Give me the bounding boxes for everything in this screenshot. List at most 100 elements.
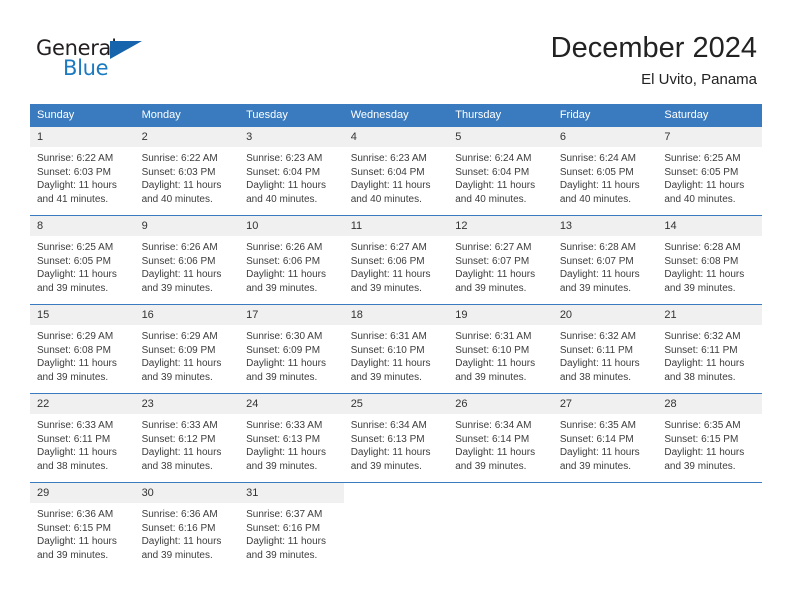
day-details: Sunrise: 6:36 AM Sunset: 6:15 PM Daylight:… <box>30 503 135 562</box>
day-cell-body: 19 Sunrise: 6:31 AM Sunset: 6:10 PM Dayligh… <box>448 305 553 393</box>
day-number: 22 <box>30 394 135 414</box>
daylight-text: Daylight: 11 hours and 39 minutes. <box>141 269 222 294</box>
sunset-text: Sunset: 6:15 PM <box>37 522 111 534</box>
day-details: Sunrise: 6:25 AM Sunset: 6:05 PM Daylight:… <box>657 147 762 206</box>
sunset-text: Sunset: 6:14 PM <box>455 433 530 445</box>
sunrise-text: Sunrise: 6:36 AM <box>141 509 218 520</box>
calendar-day-cell[interactable]: 12 Sunrise: 6:27 AM Sunset: 6:07 PM Dayligh… <box>448 215 553 305</box>
calendar-day-cell-empty <box>343 482 449 571</box>
calendar-day-cell[interactable]: 23 Sunrise: 6:33 AM Sunset: 6:12 PM Dayligh… <box>134 393 240 483</box>
day-cell-body: 11 Sunrise: 6:27 AM Sunset: 6:06 PM Dayligh… <box>343 216 449 304</box>
calendar-day-cell[interactable]: 31 Sunrise: 6:37 AM Sunset: 6:16 PM Dayligh… <box>239 482 344 571</box>
daylight-text: Daylight: 11 hours and 39 minutes. <box>141 536 222 561</box>
calendar-day-cell[interactable]: 21 Sunrise: 6:32 AM Sunset: 6:11 PM Dayligh… <box>657 304 762 394</box>
calendar-day-cell[interactable]: 15 Sunrise: 6:29 AM Sunset: 6:08 PM Dayligh… <box>30 304 135 394</box>
calendar-day-cell[interactable]: 22 Sunrise: 6:33 AM Sunset: 6:11 PM Dayligh… <box>30 393 135 483</box>
calendar-day-cell[interactable]: 19 Sunrise: 6:31 AM Sunset: 6:10 PM Dayligh… <box>448 304 553 394</box>
sunrise-text: Sunrise: 6:32 AM <box>559 331 636 342</box>
calendar-week-row: 22 Sunrise: 6:33 AM Sunset: 6:11 PM Dayligh… <box>30 393 762 483</box>
day-cell-body: 5 Sunrise: 6:24 AM Sunset: 6:04 PM Daylight… <box>448 127 553 215</box>
sunrise-text: Sunrise: 6:31 AM <box>350 331 427 342</box>
daylight-text: Daylight: 11 hours and 38 minutes. <box>37 447 117 472</box>
calendar-day-cell[interactable]: 3 Sunrise: 6:23 AM Sunset: 6:04 PM Daylight… <box>239 126 344 216</box>
calendar-day-cell[interactable]: 18 Sunrise: 6:31 AM Sunset: 6:10 PM Dayligh… <box>343 304 449 394</box>
day-cell-body: 2 Sunrise: 6:22 AM Sunset: 6:03 PM Daylight… <box>134 127 240 215</box>
day-details: Sunrise: 6:33 AM Sunset: 6:11 PM Daylight:… <box>30 414 135 473</box>
weekday-header-friday: Friday <box>552 104 658 127</box>
day-cell-body: 14 Sunrise: 6:28 AM Sunset: 6:08 PM Dayligh… <box>657 216 762 304</box>
sunrise-text: Sunrise: 6:26 AM <box>141 242 218 253</box>
day-cell-body: 6 Sunrise: 6:24 AM Sunset: 6:05 PM Daylight… <box>552 127 658 215</box>
sunrise-text: Sunrise: 6:35 AM <box>559 420 636 431</box>
day-number <box>657 483 762 503</box>
calendar-day-cell[interactable]: 13 Sunrise: 6:28 AM Sunset: 6:07 PM Dayligh… <box>552 215 658 305</box>
sunset-text: Sunset: 6:08 PM <box>37 344 111 356</box>
sunrise-text: Sunrise: 6:34 AM <box>455 420 532 431</box>
daylight-text: Daylight: 11 hours and 39 minutes. <box>141 358 222 383</box>
weekday-header-saturday: Saturday <box>657 104 762 127</box>
calendar-day-cell[interactable]: 26 Sunrise: 6:34 AM Sunset: 6:14 PM Dayligh… <box>448 393 553 483</box>
calendar-day-cell[interactable]: 16 Sunrise: 6:29 AM Sunset: 6:09 PM Dayligh… <box>134 304 240 394</box>
page-subtitle: El Uvito, Panama <box>641 71 757 88</box>
day-number: 3 <box>239 127 344 147</box>
day-number: 18 <box>343 305 449 325</box>
day-cell-body: 22 Sunrise: 6:33 AM Sunset: 6:11 PM Dayligh… <box>30 394 135 482</box>
calendar-day-cell[interactable]: 29 Sunrise: 6:36 AM Sunset: 6:15 PM Dayligh… <box>30 482 135 571</box>
sunrise-text: Sunrise: 6:34 AM <box>350 420 427 431</box>
sunset-text: Sunset: 6:13 PM <box>350 433 425 445</box>
sunset-text: Sunset: 6:03 PM <box>141 166 216 178</box>
calendar-day-cell[interactable]: 8 Sunrise: 6:25 AM Sunset: 6:05 PM Daylight… <box>30 215 135 305</box>
sunrise-text: Sunrise: 6:24 AM <box>559 153 636 164</box>
daylight-text: Daylight: 11 hours and 40 minutes. <box>664 180 745 205</box>
calendar-day-cell[interactable]: 24 Sunrise: 6:33 AM Sunset: 6:13 PM Dayligh… <box>239 393 344 483</box>
day-number: 28 <box>657 394 762 414</box>
calendar-day-cell[interactable]: 25 Sunrise: 6:34 AM Sunset: 6:13 PM Dayligh… <box>343 393 449 483</box>
calendar-day-cell[interactable]: 10 Sunrise: 6:26 AM Sunset: 6:06 PM Dayligh… <box>239 215 344 305</box>
calendar-day-cell-empty <box>552 482 658 571</box>
sunrise-text: Sunrise: 6:28 AM <box>664 242 741 253</box>
calendar-week-row: 8 Sunrise: 6:25 AM Sunset: 6:05 PM Daylight… <box>30 215 762 305</box>
day-cell-body: 23 Sunrise: 6:33 AM Sunset: 6:12 PM Dayligh… <box>134 394 240 482</box>
day-number: 7 <box>657 127 762 147</box>
calendar-day-cell[interactable]: 7 Sunrise: 6:25 AM Sunset: 6:05 PM Daylight… <box>657 126 762 216</box>
calendar-day-cell[interactable]: 17 Sunrise: 6:30 AM Sunset: 6:09 PM Dayligh… <box>239 304 344 394</box>
calendar-week-row: 1 Sunrise: 6:22 AM Sunset: 6:03 PM Daylight… <box>30 126 762 216</box>
calendar-day-cell[interactable]: 4 Sunrise: 6:23 AM Sunset: 6:04 PM Daylight… <box>343 126 449 216</box>
calendar-day-cell-empty <box>448 482 553 571</box>
sunrise-text: Sunrise: 6:26 AM <box>246 242 323 253</box>
day-cell-body: 15 Sunrise: 6:29 AM Sunset: 6:08 PM Dayligh… <box>30 305 135 393</box>
calendar-day-cell[interactable]: 20 Sunrise: 6:32 AM Sunset: 6:11 PM Dayligh… <box>552 304 658 394</box>
day-details: Sunrise: 6:29 AM Sunset: 6:08 PM Daylight:… <box>30 325 135 384</box>
calendar-day-cell[interactable]: 9 Sunrise: 6:26 AM Sunset: 6:06 PM Daylight… <box>134 215 240 305</box>
calendar-day-cell[interactable]: 30 Sunrise: 6:36 AM Sunset: 6:16 PM Dayligh… <box>134 482 240 571</box>
day-cell-body: 4 Sunrise: 6:23 AM Sunset: 6:04 PM Daylight… <box>343 127 449 215</box>
day-number: 8 <box>30 216 135 236</box>
day-number: 10 <box>239 216 344 236</box>
daylight-text: Daylight: 11 hours and 39 minutes. <box>455 447 536 472</box>
sunset-text: Sunset: 6:11 PM <box>559 344 634 356</box>
sunrise-text: Sunrise: 6:27 AM <box>350 242 427 253</box>
sunset-text: Sunset: 6:05 PM <box>664 166 739 178</box>
calendar-day-cell[interactable]: 11 Sunrise: 6:27 AM Sunset: 6:06 PM Dayligh… <box>343 215 449 305</box>
calendar-week-row: 15 Sunrise: 6:29 AM Sunset: 6:08 PM Dayligh… <box>30 304 762 394</box>
sunset-text: Sunset: 6:04 PM <box>455 166 530 178</box>
calendar-day-cell[interactable]: 27 Sunrise: 6:35 AM Sunset: 6:14 PM Dayligh… <box>552 393 658 483</box>
calendar-day-cell[interactable]: 6 Sunrise: 6:24 AM Sunset: 6:05 PM Daylight… <box>552 126 658 216</box>
day-cell-body: 8 Sunrise: 6:25 AM Sunset: 6:05 PM Daylight… <box>30 216 135 304</box>
day-details: Sunrise: 6:32 AM Sunset: 6:11 PM Daylight:… <box>553 325 658 384</box>
calendar-day-cell[interactable]: 28 Sunrise: 6:35 AM Sunset: 6:15 PM Dayligh… <box>657 393 762 483</box>
sunrise-text: Sunrise: 6:27 AM <box>455 242 532 253</box>
sunrise-text: Sunrise: 6:31 AM <box>455 331 532 342</box>
title-block: December 2024 El Uvito, Panama <box>551 30 757 91</box>
calendar-day-cell[interactable]: 2 Sunrise: 6:22 AM Sunset: 6:03 PM Daylight… <box>134 126 240 216</box>
calendar-day-cell[interactable]: 5 Sunrise: 6:24 AM Sunset: 6:04 PM Daylight… <box>448 126 553 216</box>
day-cell-body: 7 Sunrise: 6:25 AM Sunset: 6:05 PM Daylight… <box>657 127 762 215</box>
day-details: Sunrise: 6:28 AM Sunset: 6:07 PM Daylight:… <box>553 236 658 295</box>
calendar-day-cell[interactable]: 1 Sunrise: 6:22 AM Sunset: 6:03 PM Daylight… <box>30 126 135 216</box>
day-details: Sunrise: 6:37 AM Sunset: 6:16 PM Daylight:… <box>239 503 344 562</box>
calendar-day-cell[interactable]: 14 Sunrise: 6:28 AM Sunset: 6:08 PM Dayligh… <box>657 215 762 305</box>
sunrise-text: Sunrise: 6:23 AM <box>350 153 427 164</box>
sunrise-text: Sunrise: 6:28 AM <box>559 242 636 253</box>
day-cell-body: 29 Sunrise: 6:36 AM Sunset: 6:15 PM Dayligh… <box>30 483 135 571</box>
day-cell-body: 21 Sunrise: 6:32 AM Sunset: 6:11 PM Dayligh… <box>657 305 762 393</box>
